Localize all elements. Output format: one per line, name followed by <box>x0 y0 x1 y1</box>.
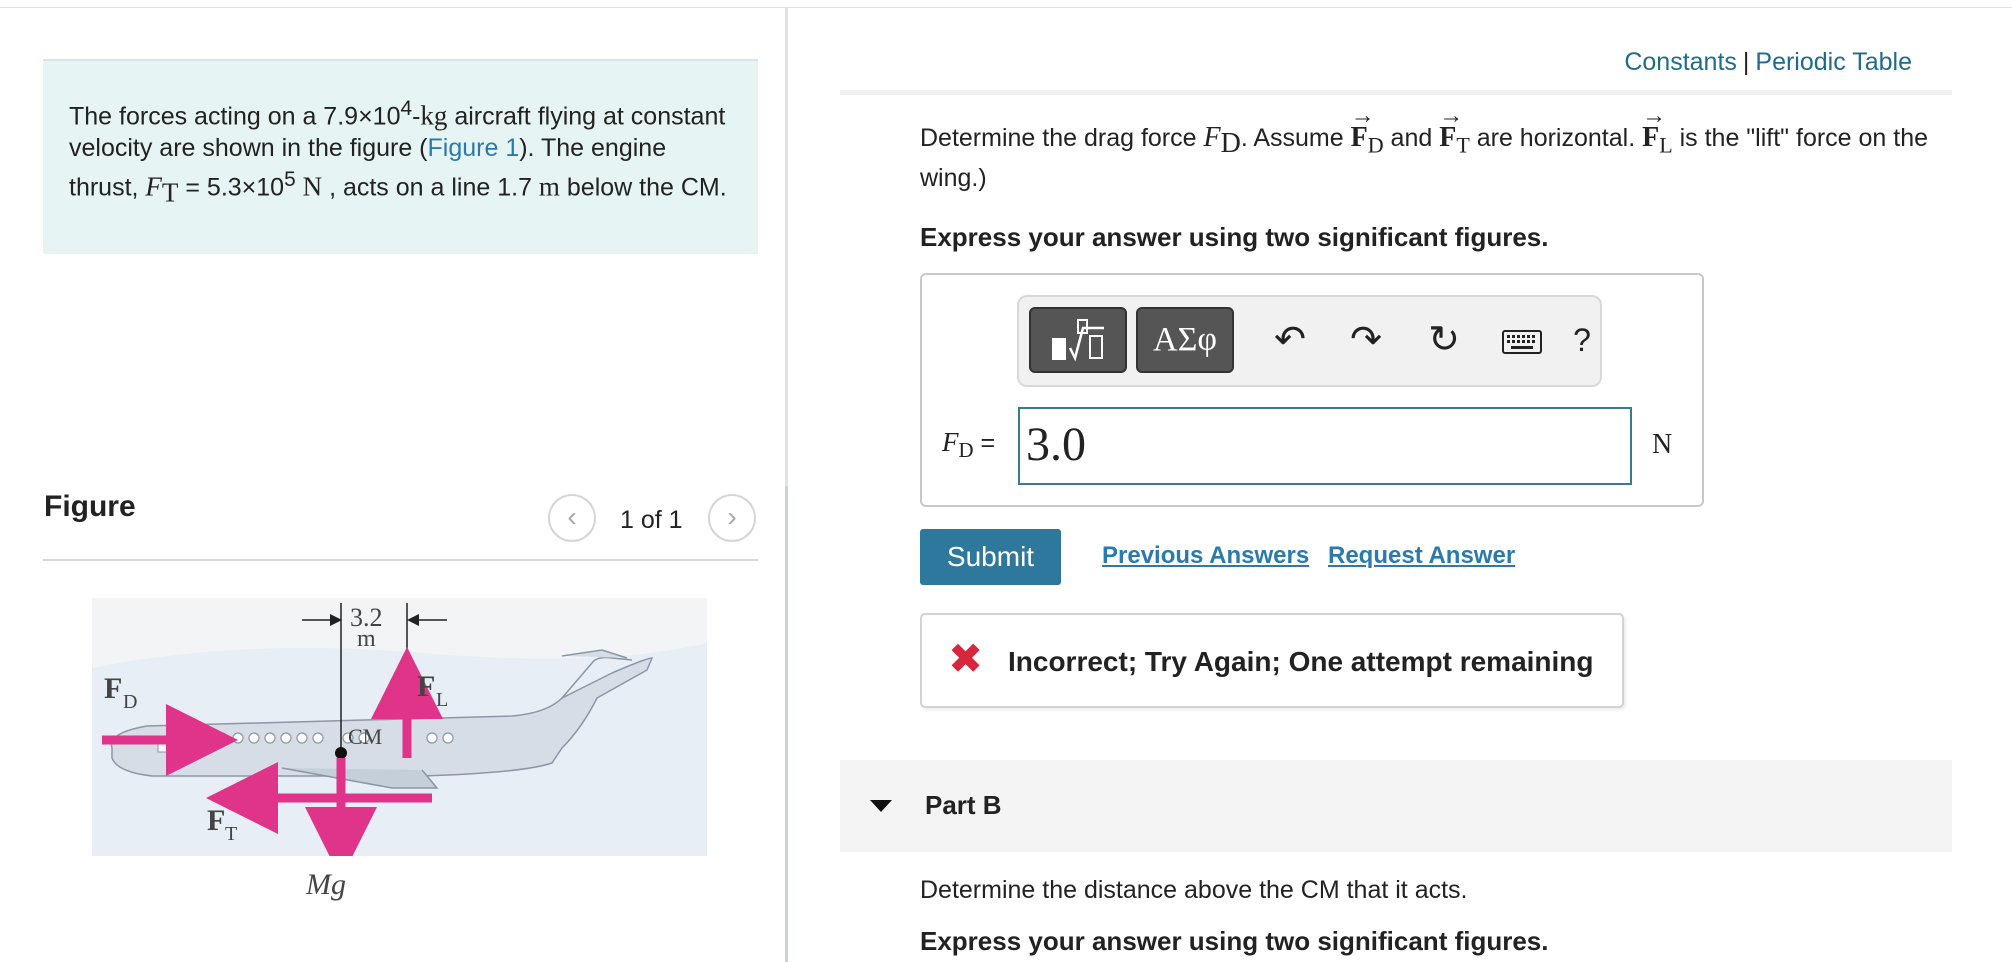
part-b-instructions: Express your answer using two significan… <box>920 926 1549 956</box>
keyboard-icon[interactable] <box>1497 315 1547 365</box>
answer-equals: = <box>973 429 996 457</box>
question-part: and <box>1383 124 1440 152</box>
part-b-label: Part B <box>925 790 1002 820</box>
top-border <box>0 7 2012 8</box>
feedback-message: ✖ Incorrect; Try Again; One attempt rema… <box>920 613 1624 708</box>
greek-symbols-button[interactable]: ΑΣφ <box>1136 307 1234 373</box>
problem-text: = 5.3×10 <box>178 173 285 202</box>
thrust-vector-subscript: T <box>1456 132 1470 158</box>
chevron-left-icon: ‹ <box>567 501 577 532</box>
answer-label-symbol: F <box>942 427 959 457</box>
question-part: . Assume <box>1240 124 1351 152</box>
problem-statement: The forces acting on a 7.9×104-kg aircra… <box>43 59 758 254</box>
drag-vector-symbol: F <box>1350 122 1368 153</box>
question-part: are horizontal. <box>1469 124 1643 152</box>
figure-divider <box>43 559 758 561</box>
undo-icon[interactable]: ↶ <box>1265 315 1315 365</box>
constants-link[interactable]: Constants <box>1624 48 1737 76</box>
problem-text: below the CM. <box>559 173 727 202</box>
periodic-table-link[interactable]: Periodic Table <box>1755 48 1912 76</box>
part-b-header[interactable]: Part B <box>840 760 1952 852</box>
drag-vector-subscript: D <box>1367 132 1384 158</box>
drag-subscript: D <box>1220 128 1241 159</box>
templates-button[interactable] <box>1029 307 1127 373</box>
header-divider <box>840 90 1952 95</box>
math-toolbar: ΑΣφ ↶ ↷ ↻ ? <box>1017 295 1602 387</box>
figure-title: Figure <box>44 490 136 523</box>
help-button[interactable]: ? <box>1557 315 1607 365</box>
thrust-subscript: T <box>161 177 179 208</box>
drag-force-subscript: D <box>123 691 137 713</box>
answer-instructions: Express your answer using two significan… <box>920 222 1549 252</box>
figure-link[interactable]: Figure 1 <box>428 134 520 162</box>
scrollbar-thumb[interactable] <box>785 486 788 962</box>
feedback-text: Incorrect; Try Again; One attempt remain… <box>1008 646 1594 677</box>
next-figure-button[interactable]: › <box>708 494 756 542</box>
lift-force-label: F <box>417 670 435 703</box>
pager-count: 1 of 1 <box>620 506 683 534</box>
thrust-vector-symbol: F <box>1439 122 1457 153</box>
previous-answers-link[interactable]: Previous Answers <box>1102 542 1309 570</box>
prev-figure-button[interactable]: ‹ <box>548 494 596 542</box>
thrust-vector: FT <box>1439 100 1470 162</box>
meter-unit: m <box>538 171 560 202</box>
lift-vector-subscript: L <box>1659 132 1673 158</box>
cm-label: CM <box>348 724 382 749</box>
drag-symbol: F <box>1203 122 1221 153</box>
header-links: Constants | Periodic Table <box>1624 48 1912 77</box>
submit-button[interactable]: Submit <box>920 529 1061 585</box>
problem-text: , acts on a line 1.7 <box>322 173 539 202</box>
mass-exponent: 4 <box>400 97 413 120</box>
thrust-exponent: 5 <box>284 168 296 192</box>
answer-input[interactable]: 3.0 <box>1018 407 1632 485</box>
pane-divider[interactable] <box>785 8 788 962</box>
drag-force-label: F <box>104 672 122 705</box>
question-text: Determine the drag force FD. Assume FD a… <box>920 100 1960 194</box>
lift-vector-symbol: F <box>1642 122 1660 153</box>
aircraft-diagram: 3.2 m CM F D F L F T <box>92 598 707 879</box>
cm-point <box>335 747 347 759</box>
reset-icon[interactable]: ↻ <box>1419 315 1469 365</box>
dimension-unit: m <box>357 626 376 652</box>
mass-unit: kg <box>420 100 448 131</box>
thrust-force-label: F <box>207 804 225 837</box>
request-answer-link[interactable]: Request Answer <box>1328 542 1515 570</box>
lift-vector: FL <box>1642 100 1673 162</box>
problem-text: The forces acting on a 7.9×10 <box>69 102 401 131</box>
answer-panel: ΑΣφ ↶ ↷ ↻ ? FD = 3.0 N <box>920 273 1704 507</box>
redo-icon[interactable]: ↷ <box>1341 315 1391 365</box>
question-part: Determine the drag force <box>920 124 1204 152</box>
answer-label: FD = <box>942 427 995 463</box>
thrust-force-subscript: T <box>225 823 237 845</box>
drag-vector: FD <box>1350 100 1384 162</box>
answer-unit: N <box>1652 429 1673 460</box>
templates-icon <box>1038 319 1118 362</box>
link-separator: | <box>1742 48 1750 76</box>
answer-label-subscript: D <box>958 438 974 462</box>
thrust-symbol: F <box>145 171 162 202</box>
error-icon: ✖ <box>948 635 984 682</box>
part-b-question: Determine the distance above the CM that… <box>920 876 1468 904</box>
newton-unit: N <box>302 171 323 202</box>
lift-force-subscript: L <box>436 689 448 711</box>
chevron-right-icon: › <box>727 501 737 532</box>
caret-down-icon[interactable] <box>870 800 892 812</box>
figure-image: 3.2 m CM F D F L F T <box>92 598 707 879</box>
weight-label: Mg <box>306 868 346 901</box>
